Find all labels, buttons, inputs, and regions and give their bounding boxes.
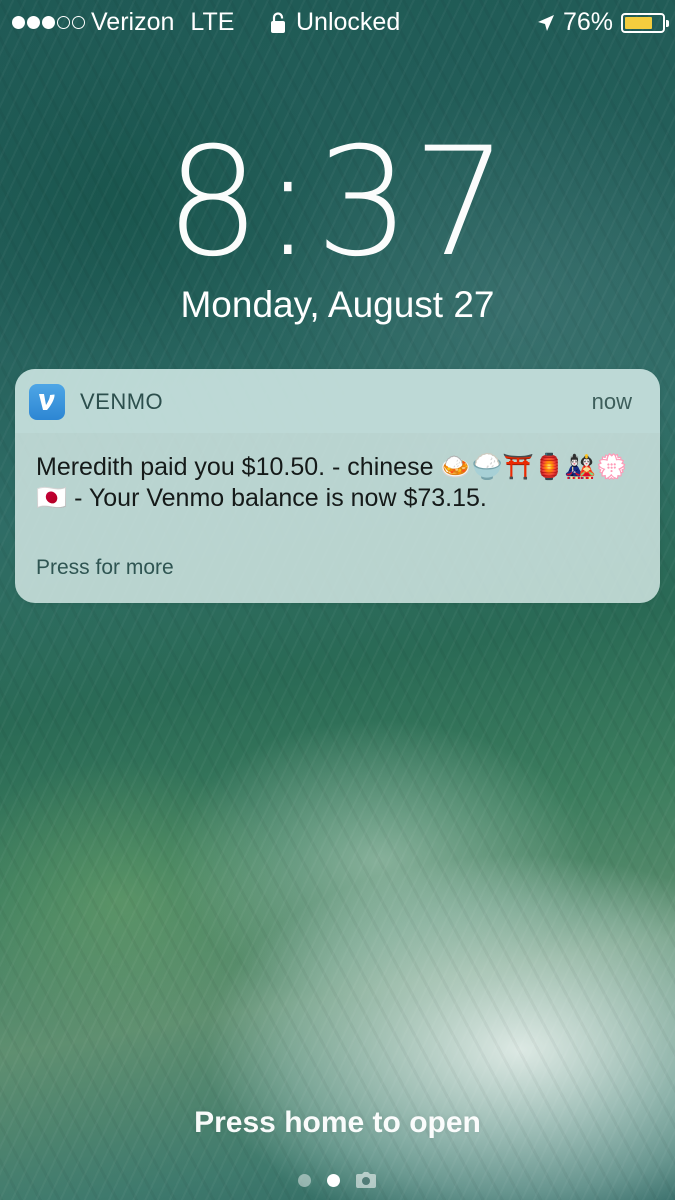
- battery-percent: 76%: [562, 8, 613, 36]
- lock-screen-date: Monday, August 27: [180, 284, 495, 325]
- carrier-name: Verizon: [91, 8, 175, 36]
- unlocked-padlock-icon: [271, 11, 285, 33]
- signal-dot: [57, 16, 70, 29]
- status-left: Verizon LTE: [12, 8, 234, 37]
- venmo-v-glyph: [39, 394, 55, 410]
- network-type: LTE: [190, 8, 235, 36]
- page-dot-active: [327, 1173, 340, 1187]
- lock-status-label: Unlocked: [296, 8, 401, 36]
- status-bar: Verizon LTE Unlocked 76%: [0, 0, 675, 44]
- signal-dot: [12, 16, 25, 29]
- lock-screen-time: 8:37: [165, 116, 510, 290]
- page-indicator: [298, 1172, 376, 1188]
- camera-icon[interactable]: [356, 1172, 376, 1188]
- notification-time: now: [591, 389, 632, 414]
- notification-header: VENMO now: [15, 369, 660, 433]
- venmo-notification[interactable]: VENMO now Meredith paid you $10.50. - ch…: [15, 369, 660, 603]
- venmo-icon: [29, 384, 65, 420]
- notification-message: Meredith paid you $10.50. - chinese 🍛🍚⛩️…: [36, 453, 628, 512]
- press-for-more-hint: Press for more: [36, 556, 174, 579]
- notification-app-name: VENMO: [80, 389, 164, 414]
- signal-strength-icon: [12, 16, 85, 29]
- lock-status: Unlocked: [270, 8, 400, 37]
- signal-dot: [72, 16, 85, 29]
- location-arrow-icon: [537, 14, 554, 31]
- status-right: 76%: [537, 8, 669, 37]
- signal-dot: [42, 16, 55, 29]
- signal-dot: [27, 16, 40, 29]
- press-home-hint: Press home to open: [194, 1106, 481, 1139]
- battery-icon: [621, 12, 669, 33]
- page-dot: [298, 1173, 311, 1187]
- battery-level-fill: [625, 16, 653, 29]
